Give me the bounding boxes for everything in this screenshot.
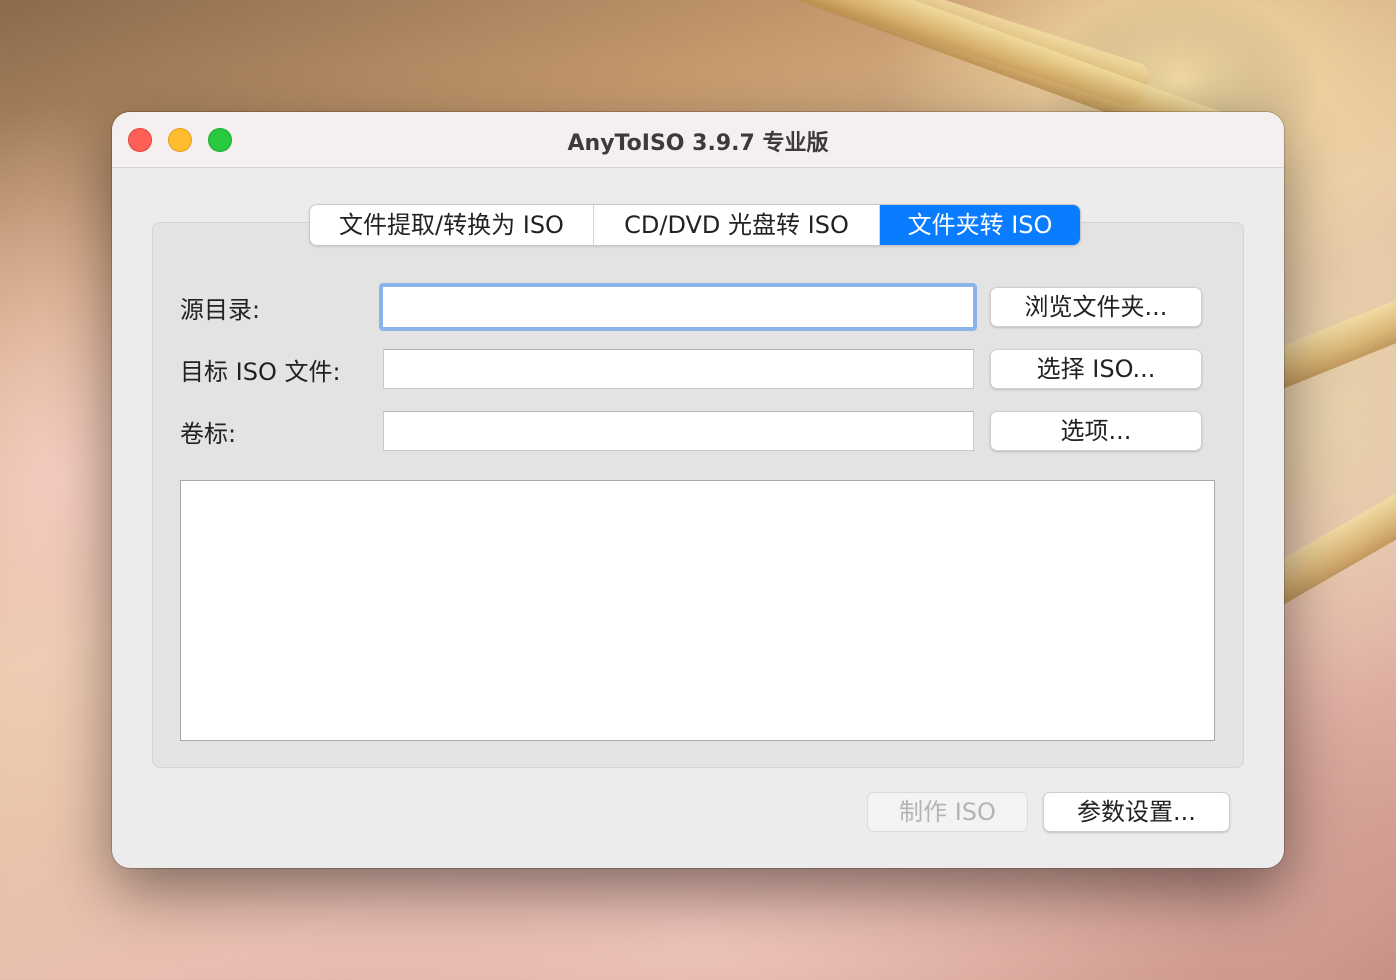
target-iso-label: 目标 ISO 文件: [180, 358, 341, 386]
settings-button[interactable]: 参数设置... [1043, 792, 1230, 832]
tab-folder-to-iso[interactable]: 文件夹转 ISO [880, 205, 1080, 245]
log-output-area[interactable] [180, 480, 1215, 741]
browse-folder-button[interactable]: 浏览文件夹... [990, 287, 1202, 327]
app-window: AnyToISO 3.9.7 专业版 文件提取/转换为 ISO CD/DVD 光… [112, 112, 1284, 868]
tab-cd-dvd-to-iso[interactable]: CD/DVD 光盘转 ISO [594, 205, 880, 245]
options-button[interactable]: 选项... [990, 411, 1202, 451]
tab-file-extract-convert[interactable]: 文件提取/转换为 ISO [310, 205, 594, 245]
title-bar[interactable]: AnyToISO 3.9.7 专业版 [112, 112, 1284, 168]
window-title: AnyToISO 3.9.7 专业版 [567, 131, 829, 156]
source-dir-input[interactable] [379, 283, 977, 331]
target-iso-input[interactable] [383, 349, 974, 389]
tab-bar: 文件提取/转换为 ISO CD/DVD 光盘转 ISO 文件夹转 ISO [309, 204, 1081, 246]
volume-label-label: 卷标: [180, 420, 237, 448]
volume-label-input[interactable] [383, 411, 974, 451]
source-dir-label: 源目录: [180, 296, 261, 324]
choose-iso-button[interactable]: 选择 ISO... [990, 349, 1202, 389]
make-iso-button[interactable]: 制作 ISO [867, 792, 1028, 832]
